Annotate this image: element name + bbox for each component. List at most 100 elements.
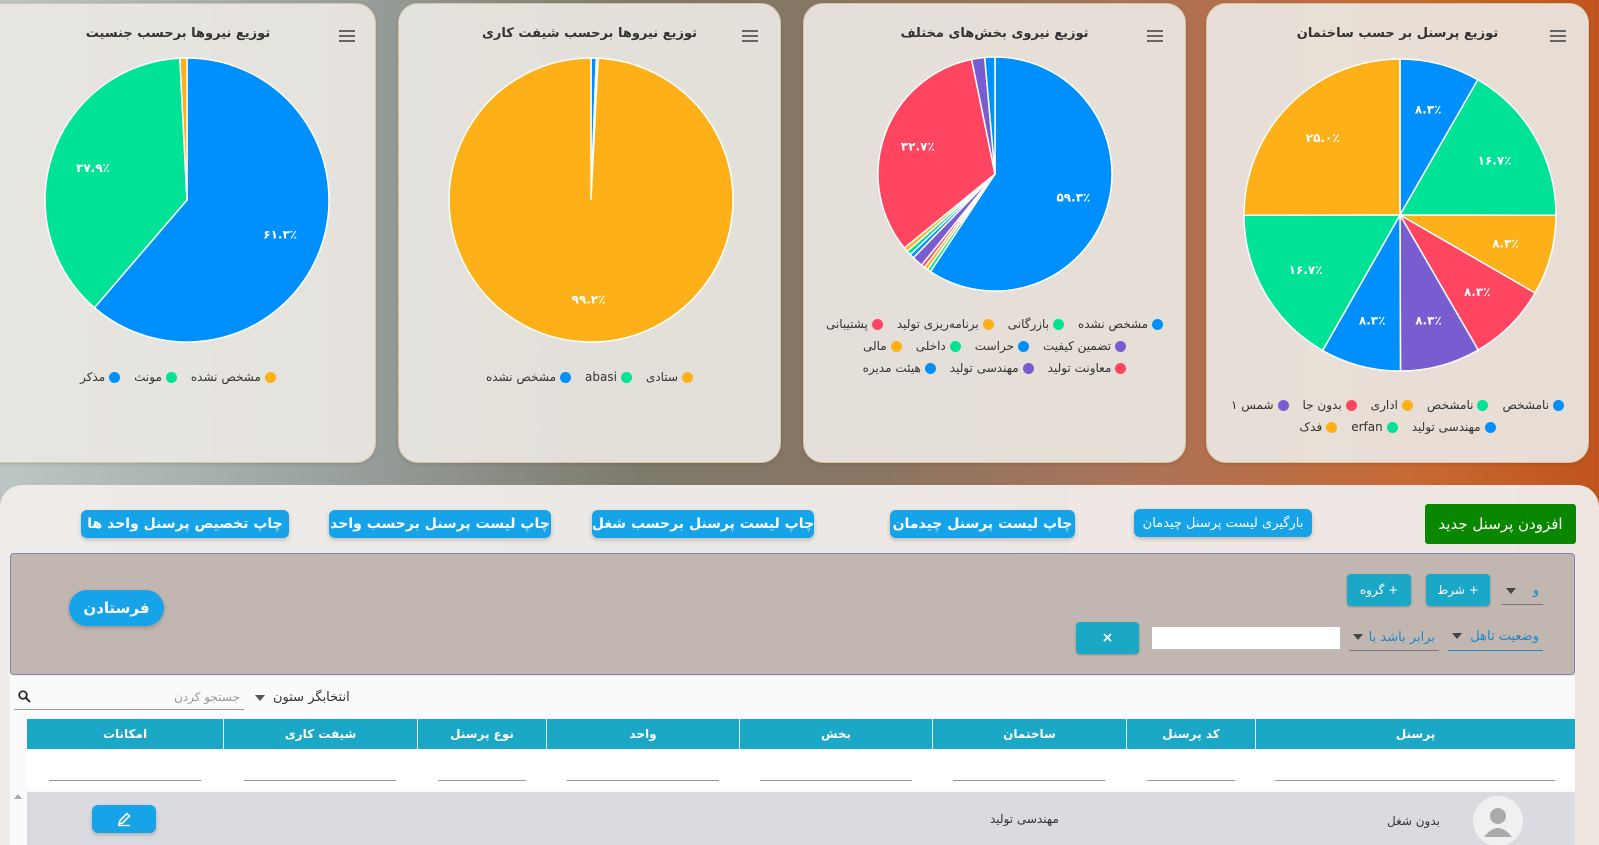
column-header[interactable]: بخش [739,719,932,749]
print-layout-list-button[interactable]: چاپ لیست پرسنل چیدمان [890,510,1075,538]
field-value: وضعیت تاهل [1470,628,1539,644]
logic-operator-select[interactable]: و [1502,577,1543,605]
legend-item[interactable]: تضمین کیفیت [1043,339,1127,353]
legend-marker [1277,399,1289,411]
slice-label: ۸.۳٪ [1415,313,1442,327]
legend-item[interactable]: مشخص نشده [1078,317,1164,331]
legend-item[interactable]: اداری [1371,398,1413,412]
legend-label: مشخص نشده [1078,317,1149,331]
legend-item[interactable]: مهندسی تولید [950,361,1034,375]
legend-item[interactable]: مشخص نشده [486,370,572,384]
legend-marker [1345,399,1357,411]
submit-button[interactable]: فرستادن [69,590,164,626]
chevron-down-icon [1353,634,1363,640]
slice-label: ۶۱.۳٪ [263,228,297,242]
legend-item[interactable]: مونث [134,370,177,384]
legend-label: نامشخص [1502,398,1550,412]
legend-label: مهندسی تولید [1411,420,1481,434]
remove-condition-button[interactable]: × [1076,622,1139,654]
legend-item[interactable]: هیئت مدیره [863,361,936,375]
legend-label: داخلی [915,339,946,353]
column-filter[interactable] [932,749,1126,789]
legend-label: مشخص نشده [190,370,261,384]
legend-item[interactable]: مشخص نشده [191,370,276,384]
column-filter[interactable] [223,749,417,789]
column-header[interactable]: واحد [546,719,739,749]
legend-item[interactable]: abasi [585,370,632,384]
legend-marker [1018,340,1029,352]
chevron-down-icon [1506,587,1516,594]
column-header[interactable]: نوع پرسنل [417,719,546,749]
table-header: پرسنل کد پرسنل ساختمان بخش واحد نوع پرسن… [27,719,1575,749]
print-unit-allocation-button[interactable]: چاپ تخصیص پرسنل واحد ها [81,510,289,538]
legend-item[interactable]: حراست [975,339,1029,353]
field-select[interactable]: وضعیت تاهل [1448,622,1543,651]
legend-item[interactable]: مهندسی تولید [1412,420,1496,434]
column-picker[interactable]: انتخابگر ستون [255,690,350,705]
legend-item[interactable]: بازرگانی [1008,317,1065,331]
condition-value-input[interactable] [1151,626,1341,650]
search-placeholder: جستجو کردن [174,689,240,704]
legend-label: ستادی [645,370,679,384]
legend-label: هیئت مدیره [862,361,921,375]
chart-card-sections: توزیع نیروی بخش‌های مختلف ۵۹.۳٪ ۳۲.۷٪ مشخ… [803,3,1186,463]
legend-marker [165,371,177,383]
personnel-name: بدون شغل [1387,814,1440,828]
chart-card-buildings: توزیع پرسنل بر حسب ساختمان ۸.۳٪ ۱۶.۷٪ ۸.۳٪… [1206,3,1589,463]
legend-item[interactable]: پشتیبانی [826,317,883,331]
column-filter[interactable] [546,749,739,789]
legend-label: حراست [974,339,1014,353]
legend-row: مشخص نشده مونث مذکر [0,370,375,384]
add-group-button[interactable]: + گروه [1347,574,1411,606]
column-filter[interactable] [739,749,932,789]
chart-legend: مشخص نشده بازرگانی برنامه‌ریزی تولید پشتیبا… [804,317,1185,383]
legend-item[interactable]: نامشخص [1502,398,1565,412]
legend-label: abasi [585,370,617,384]
legend-row: معاونت تولید مهندسی تولید هیئت مدیره [804,361,1185,375]
legend-item[interactable]: مذکر [80,370,121,384]
legend-item[interactable]: داخلی [916,339,961,353]
chart-legend: ستادی abasi مشخص نشده [399,370,780,392]
legend-label: اداری [1370,398,1398,412]
pie-chart-buildings: ۸.۳٪ ۱۶.۷٪ ۸.۳٪ ۸.۳٪ ۸.۳٪ ۸.۳٪ ۱۶.۷٪ ۲۵.۰٪ [1243,58,1557,372]
legend-row: نامشخص نامشخص اداری بدون جا شمس ۱ [1207,398,1588,412]
search-box[interactable]: جستجو کردن [14,684,244,710]
add-condition-button[interactable]: + شرط [1426,574,1490,606]
load-layout-list-button[interactable]: بارگیری لیست پرسنل چیدمان [1134,509,1312,537]
column-filter[interactable] [417,749,546,789]
legend-item[interactable]: نامشخص [1427,398,1489,412]
column-filter[interactable] [27,749,223,789]
legend-marker [1484,421,1496,433]
edit-button[interactable] [92,805,156,833]
slice-label: ۲۵.۰٪ [1306,131,1340,145]
legend-row: ستادی abasi مشخص نشده [399,370,780,384]
add-personnel-button[interactable]: افزودن پرسنل جدید [1425,504,1576,544]
legend-item[interactable]: erfan [1351,420,1398,434]
table-row[interactable]: بدون شغل مهندسی تولید [27,792,1575,845]
column-header[interactable]: ساختمان [932,719,1126,749]
legend-label: erfan [1351,420,1383,434]
column-header[interactable]: پرسنل [1255,719,1575,749]
legend-item[interactable]: بدون جا [1303,398,1357,412]
column-filter[interactable] [1126,749,1255,789]
chart-legend: نامشخص نامشخص اداری بدون جا شمس ۱ مهندسی تولی… [1207,398,1588,442]
column-header[interactable]: شیفت کاری [223,719,417,749]
operator-select[interactable]: برابر باشد با [1349,624,1439,651]
scroll-up-arrow[interactable] [14,794,22,799]
legend-label: معاونت تولید [1047,361,1112,375]
column-header[interactable]: کد پرسنل [1126,719,1255,749]
print-by-job-button[interactable]: چاپ لیست پرسنل برحسب شغل [592,510,814,538]
legend-item[interactable]: شمس ۱ [1231,398,1289,412]
legend-item[interactable]: فدک [1299,420,1338,434]
legend-item[interactable]: ستادی [645,370,694,384]
column-header[interactable]: امکانات [27,719,223,749]
slice-label: ۳۲.۷٪ [901,139,935,153]
print-by-unit-button[interactable]: چاپ لیست پرسنل برحسب واحد [329,510,551,538]
legend-label: بدون جا [1302,398,1342,412]
legend-item[interactable]: مالی [863,339,902,353]
personnel-table: انتخابگر ستون جستجو کردن پرسنل کد پرسنل … [10,676,1575,845]
legend-marker [1477,399,1489,411]
column-filter[interactable] [1255,749,1575,789]
legend-item[interactable]: معاونت تولید [1048,361,1127,375]
legend-item[interactable]: برنامه‌ریزی تولید [897,317,994,331]
